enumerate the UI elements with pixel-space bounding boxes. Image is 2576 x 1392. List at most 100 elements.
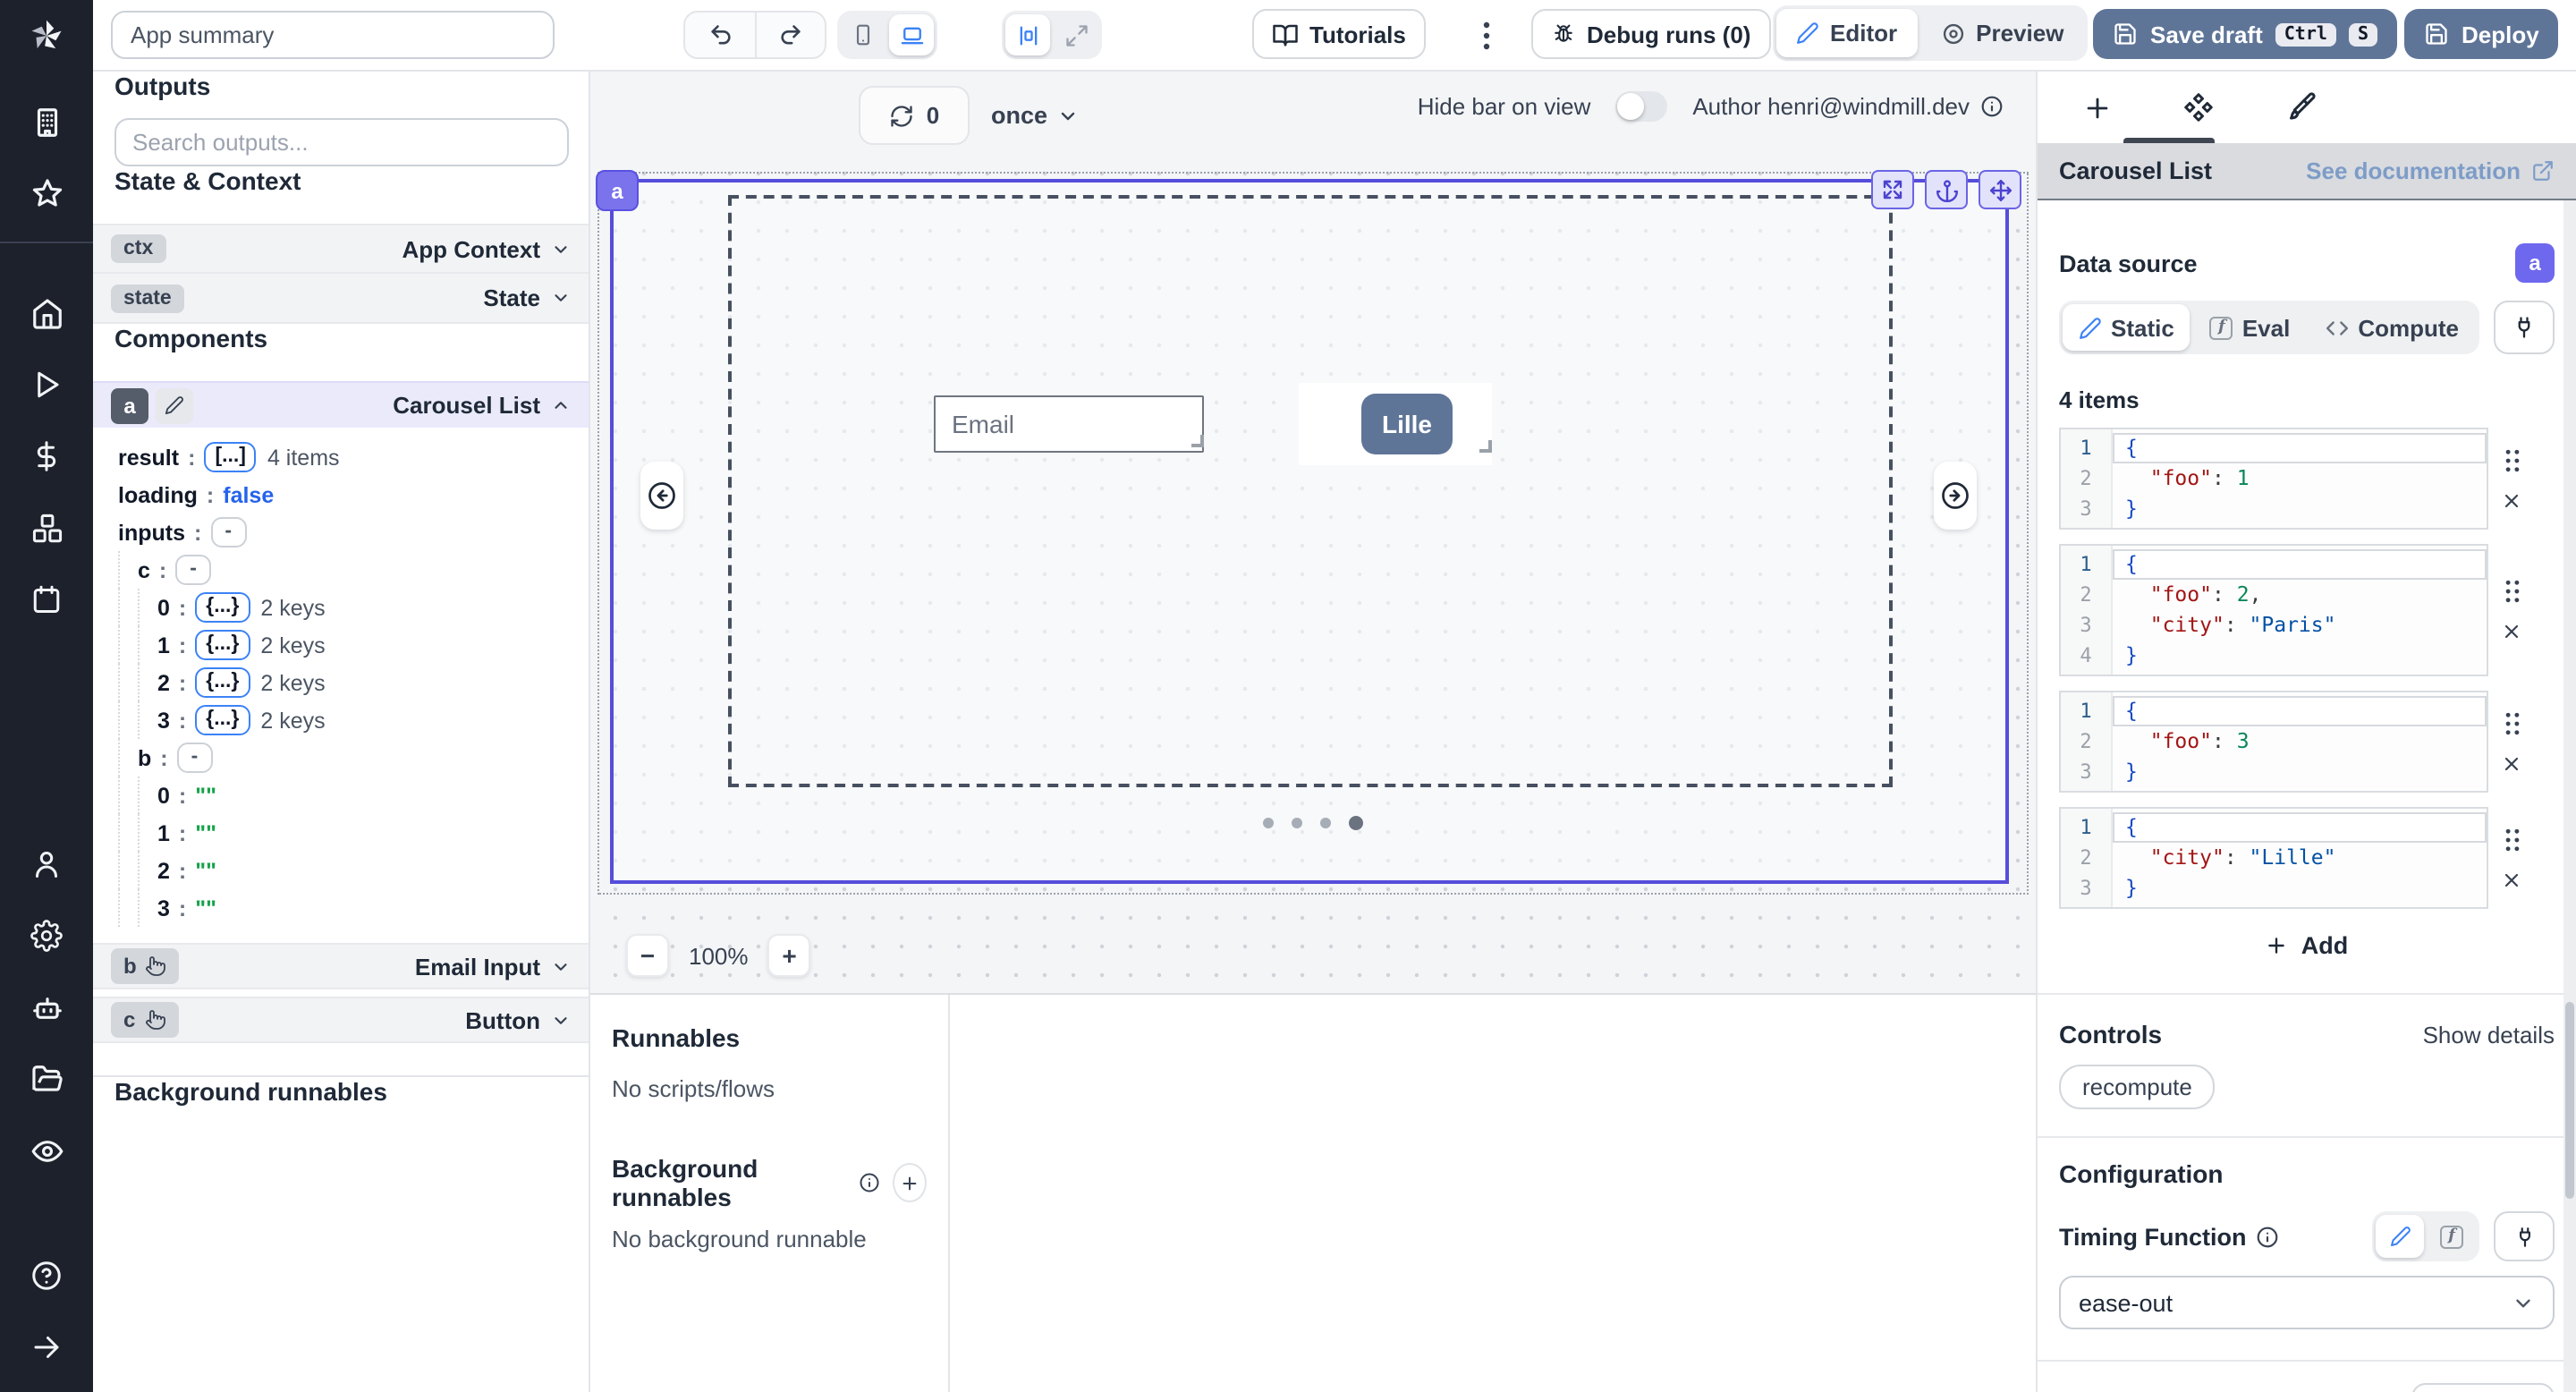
component-row-carousel[interactable]: a Carousel List bbox=[93, 381, 589, 428]
output-tree-row[interactable]: loading:false bbox=[118, 476, 589, 514]
expand-chip[interactable]: {...} bbox=[195, 705, 250, 735]
ctx-row[interactable]: ctx App Context bbox=[93, 224, 589, 274]
timing-function-select[interactable]: ease-out bbox=[2059, 1276, 2555, 1329]
add-background-runnable-button[interactable] bbox=[893, 1163, 927, 1202]
carousel-prev-button[interactable] bbox=[640, 462, 683, 530]
see-documentation-link[interactable]: See documentation bbox=[2306, 157, 2555, 184]
save-draft-button[interactable]: Save draft Ctrl S bbox=[2093, 9, 2397, 59]
users-icon[interactable] bbox=[18, 837, 75, 891]
remove-item-button[interactable] bbox=[2501, 869, 2522, 890]
favorites-star-icon[interactable] bbox=[18, 166, 75, 220]
mobile-view-button[interactable] bbox=[841, 14, 886, 55]
carousel-dot[interactable] bbox=[1349, 816, 1363, 830]
state-row[interactable]: state State bbox=[93, 274, 589, 324]
collapse-sidebar-arrow-icon[interactable] bbox=[18, 1320, 75, 1374]
add-item-button[interactable]: Add bbox=[2059, 925, 2555, 964]
compute-mode-button[interactable]: Compute bbox=[2309, 304, 2475, 351]
remove-item-button[interactable] bbox=[2501, 489, 2522, 511]
recompute-button[interactable]: recompute bbox=[2059, 1065, 2216, 1109]
redo-button[interactable] bbox=[755, 13, 825, 57]
home-icon[interactable] bbox=[18, 286, 75, 340]
more-menu-button[interactable] bbox=[1470, 14, 1503, 57]
expand-chip[interactable]: - bbox=[177, 743, 213, 773]
variables-dollar-icon[interactable] bbox=[18, 429, 75, 483]
desktop-view-button[interactable] bbox=[889, 14, 934, 55]
expand-component-button[interactable] bbox=[1871, 170, 1914, 209]
move-component-button[interactable] bbox=[1979, 170, 2021, 209]
zoom-in-button[interactable]: + bbox=[768, 934, 811, 977]
expand-chip[interactable]: {...} bbox=[195, 630, 250, 660]
static-value-button[interactable] bbox=[2376, 1215, 2424, 1258]
output-tree-row[interactable]: c:- bbox=[118, 551, 589, 589]
audit-eye-icon[interactable] bbox=[18, 1124, 75, 1177]
output-tree-row[interactable]: 3:"" bbox=[118, 889, 589, 927]
eval-mode-button[interactable]: f Eval bbox=[2194, 304, 2307, 351]
connect-plug-button[interactable] bbox=[2494, 301, 2555, 354]
show-details-link[interactable]: Show details bbox=[2423, 1021, 2555, 1048]
component-row-button[interactable]: c Button bbox=[93, 997, 589, 1043]
remove-item-button[interactable] bbox=[2501, 752, 2522, 774]
expand-chip[interactable]: {...} bbox=[195, 667, 250, 698]
workspace-icon[interactable] bbox=[18, 95, 75, 149]
resize-handle[interactable] bbox=[1191, 435, 1204, 447]
json-editor[interactable]: 123{ "foo": 3} bbox=[2059, 691, 2488, 793]
folders-icon[interactable] bbox=[18, 1052, 75, 1106]
show-styling-button[interactable]: Show bbox=[2411, 1383, 2555, 1392]
resources-boxes-icon[interactable] bbox=[18, 501, 75, 555]
expand-chip[interactable]: - bbox=[175, 555, 211, 585]
preview-tab[interactable]: Preview bbox=[1920, 9, 2083, 57]
undo-button[interactable] bbox=[685, 13, 755, 57]
output-tree-row[interactable]: b:- bbox=[118, 739, 589, 777]
hide-bar-toggle[interactable] bbox=[1615, 91, 1667, 122]
drag-handle-icon[interactable] bbox=[2500, 446, 2523, 473]
json-editor[interactable]: 1234{ "foo": 2, "city": "Paris"} bbox=[2059, 544, 2488, 676]
output-tree-row[interactable]: 3:{...}2 keys bbox=[118, 701, 589, 739]
drag-handle-icon[interactable] bbox=[2500, 578, 2523, 605]
carousel-next-button[interactable] bbox=[1934, 462, 1977, 530]
json-editor[interactable]: 123{ "foo": 1} bbox=[2059, 428, 2488, 530]
debug-runs-button[interactable]: Debug runs (0) bbox=[1531, 9, 1770, 59]
output-tree-row[interactable]: 1:{...}2 keys bbox=[118, 626, 589, 664]
resize-handle[interactable] bbox=[1479, 440, 1492, 453]
runs-play-icon[interactable] bbox=[18, 358, 75, 412]
zoom-out-button[interactable]: − bbox=[626, 934, 669, 977]
settings-gear-icon[interactable] bbox=[18, 909, 75, 963]
carousel-dot[interactable] bbox=[1320, 818, 1331, 828]
schedules-calendar-icon[interactable] bbox=[18, 573, 75, 626]
deploy-button[interactable]: Deploy bbox=[2404, 9, 2559, 59]
expand-chip[interactable]: - bbox=[210, 517, 246, 547]
drag-handle-icon[interactable] bbox=[2500, 826, 2523, 853]
output-tree-row[interactable]: 2:"" bbox=[118, 852, 589, 889]
drag-handle-icon[interactable] bbox=[2500, 709, 2523, 736]
connect-plug-button[interactable] bbox=[2494, 1211, 2555, 1261]
expand-chip[interactable]: [...] bbox=[204, 442, 257, 472]
app-summary-input[interactable] bbox=[111, 11, 555, 59]
button-component[interactable]: Lille bbox=[1361, 394, 1453, 454]
styling-tab[interactable] bbox=[2268, 77, 2333, 138]
right-panel-scrollbar[interactable] bbox=[2563, 200, 2576, 1392]
carousel-item-container[interactable] bbox=[728, 195, 1893, 787]
output-tree-row[interactable]: inputs:- bbox=[118, 514, 589, 551]
workers-bot-icon[interactable] bbox=[18, 980, 75, 1034]
component-id-badge[interactable]: a bbox=[596, 170, 639, 211]
search-outputs-input[interactable] bbox=[114, 118, 569, 166]
output-tree-row[interactable]: 2:{...}2 keys bbox=[118, 664, 589, 701]
center-align-button[interactable] bbox=[1005, 14, 1050, 55]
carousel-dot[interactable] bbox=[1263, 818, 1274, 828]
editor-tab[interactable]: Editor bbox=[1776, 9, 1917, 57]
remove-item-button[interactable] bbox=[2501, 621, 2522, 642]
eval-value-button[interactable]: f bbox=[2428, 1215, 2476, 1258]
windmill-logo-icon[interactable] bbox=[27, 16, 66, 55]
carousel-dot[interactable] bbox=[1292, 818, 1302, 828]
static-mode-button[interactable]: Static bbox=[2063, 304, 2190, 351]
json-editor[interactable]: 123{ "city": "Lille"} bbox=[2059, 807, 2488, 909]
fullwidth-button[interactable] bbox=[1054, 14, 1098, 55]
canvas-grid[interactable]: a Lille − 100% + bbox=[590, 170, 2036, 993]
output-tree-row[interactable]: 0:{...}2 keys bbox=[118, 589, 589, 626]
component-row-email[interactable]: b Email Input bbox=[93, 943, 589, 989]
output-tree-row[interactable]: 1:"" bbox=[118, 814, 589, 852]
rename-pencil-icon[interactable] bbox=[156, 387, 193, 423]
email-input-component[interactable] bbox=[934, 395, 1204, 453]
output-tree-row[interactable]: result:[...]4 items bbox=[118, 438, 589, 476]
insert-component-tab[interactable] bbox=[2064, 77, 2129, 138]
